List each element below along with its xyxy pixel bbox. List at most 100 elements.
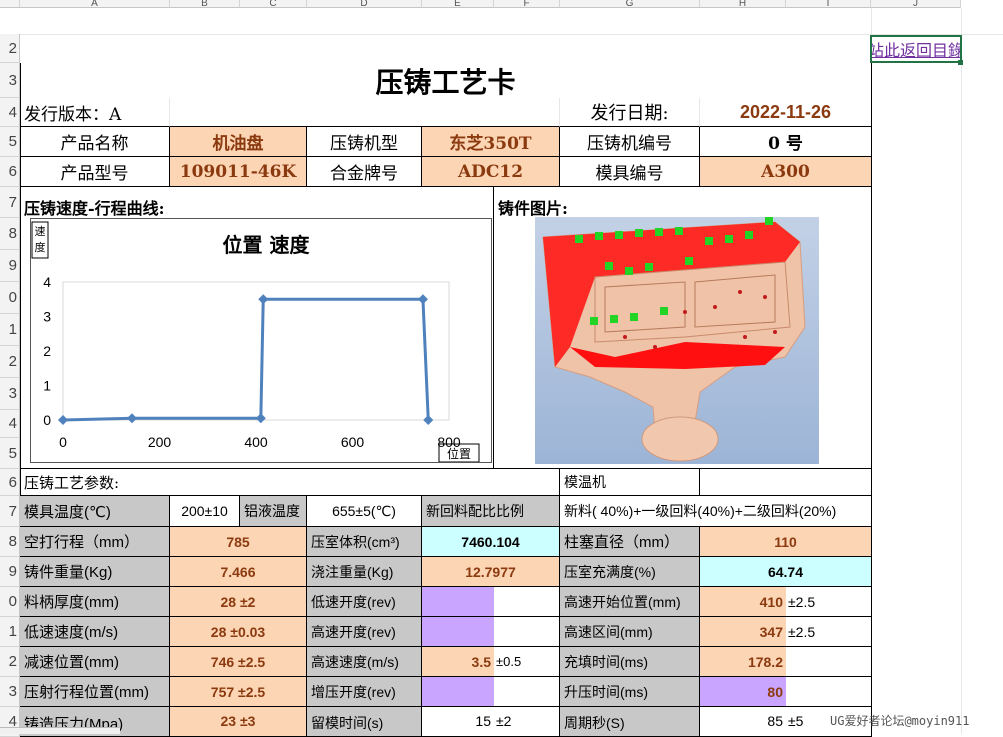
label-cycle-time: 周期秒(S) (560, 707, 700, 737)
sheet-tab-strip[interactable] (0, 727, 120, 734)
row-header[interactable]: 5 (0, 127, 20, 157)
text: 785 (226, 533, 250, 550)
y-tick-label: 1 (43, 378, 51, 394)
text: 东芝350T (449, 134, 532, 154)
label-dwell-time: 留模时间(s) (307, 707, 422, 737)
column-header-I[interactable]: I (786, 0, 871, 8)
x-tick-label: 200 (148, 434, 172, 450)
row-header[interactable]: 1 (0, 314, 20, 346)
label-casting-weight: 铸件重量(Kg) (20, 557, 170, 587)
value-low-speed-opening[interactable] (422, 587, 494, 617)
row-header[interactable]: 2 (0, 647, 20, 677)
label-high-speed: 高速速度(m/s) (307, 647, 422, 677)
column-header-A[interactable]: A (20, 0, 170, 8)
row-header[interactable]: 3 (0, 677, 20, 707)
text: 655±5(℃) (332, 502, 396, 519)
label-dry-stroke: 空打行程（mm） (20, 527, 170, 557)
text: 410 (759, 593, 783, 610)
row-header[interactable]: 7 (0, 496, 20, 527)
label-pour-weight: 浇注重量(Kg) (307, 557, 422, 587)
blank-cell (786, 647, 872, 677)
data-point (58, 415, 68, 425)
value-chamber-volume: 7460.104 (422, 527, 560, 557)
select-all-corner[interactable] (0, 0, 20, 8)
plot-area (62, 281, 450, 421)
row-header[interactable]: 0 (0, 282, 20, 314)
row-header[interactable]: 9 (0, 250, 20, 282)
fill-handle[interactable] (958, 60, 963, 65)
text: 合金牌号 (330, 164, 398, 184)
text: 充填时间(ms) (564, 653, 648, 670)
label-boost-time: 升压时间(ms) (560, 677, 700, 707)
casting-photo (535, 217, 819, 464)
tolerance: ±3 (239, 713, 256, 729)
text: 浇注重量(Kg) (311, 563, 394, 580)
version-label: 发行版本：A (20, 98, 170, 127)
row-header[interactable]: 3 (0, 63, 20, 98)
column-header-G[interactable]: G (560, 0, 700, 8)
row-header[interactable]: 0 (0, 587, 20, 617)
blank-cell (170, 98, 560, 127)
label-product-name: 产品名称 (20, 127, 170, 157)
data-point (423, 415, 434, 425)
title-text: 压铸工艺卡 (375, 65, 516, 99)
text: 高速开始位置(mm) (564, 593, 681, 610)
photo-section-label: 铸件图片: (498, 199, 568, 218)
column-header-C[interactable]: C (240, 0, 307, 8)
text: 3.5 (471, 653, 491, 670)
value-fill-time: 178.2 (700, 647, 786, 677)
label-low-speed-opening: 低速开度(rev) (307, 587, 422, 617)
row-header[interactable]: 9 (0, 557, 20, 587)
column-header-J[interactable]: J (871, 0, 961, 8)
label-product-model: 产品型号 (20, 157, 170, 187)
tol-dwell-time: ±2 (494, 707, 560, 737)
version-text: 发行版本：A (24, 104, 122, 125)
row-header[interactable]: 6 (0, 157, 20, 187)
row-header[interactable]: 1 (0, 617, 20, 647)
tol-high-speed-start: ±2.5 (786, 587, 872, 617)
value-high-speed-opening[interactable] (422, 617, 494, 647)
column-header-H[interactable]: H (700, 0, 786, 8)
link-text[interactable]: 站此返回目錄 (872, 37, 960, 61)
row-header[interactable]: 8 (0, 218, 20, 250)
value-alloy: ADC12 (422, 157, 560, 187)
value-mold-temp: 200±10 (170, 496, 240, 527)
chart-title: 位置 速度 (223, 233, 311, 257)
row-header[interactable]: 4 (0, 98, 20, 127)
column-header-D[interactable]: D (307, 0, 422, 8)
row-header[interactable]: 3 (0, 378, 20, 410)
speed-position-chart[interactable]: 位置 速度速度位置 0 1 2 3 4 0 200 400 600 800 (30, 218, 492, 463)
y-axis-label-2: 度 (35, 240, 46, 254)
row-header[interactable]: 6 (0, 469, 20, 496)
text: ±2 (496, 713, 512, 729)
tolerance: ±2 (239, 593, 256, 610)
value-dwell-time: 15 (422, 707, 494, 737)
text: 压室充满度(%) (564, 563, 656, 580)
text: 铝液温度 (244, 503, 300, 519)
value-boost-opening[interactable] (422, 677, 494, 707)
value-mold-number: A300 (700, 157, 872, 187)
data-point (258, 294, 269, 305)
text: 低速开度(rev) (311, 593, 396, 610)
row-header[interactable]: 2 (0, 34, 20, 63)
row-header[interactable]: 5 (0, 438, 20, 469)
label-alloy: 合金牌号 (307, 157, 422, 187)
value-recycle-ratio: 新料( 40%)+一级回料(40%)+二级回料(20%) (560, 496, 872, 527)
row-header[interactable]: 8 (0, 527, 20, 557)
row-header[interactable]: 7 (0, 187, 20, 218)
column-header-F[interactable]: F (494, 0, 560, 8)
label-shot-stroke: 压射行程位置(mm) (20, 677, 170, 707)
label-high-speed-start: 高速开始位置(mm) (560, 587, 700, 617)
text: 减速位置(mm) (24, 654, 119, 671)
row-header[interactable]: 2 (0, 346, 20, 378)
column-header-E[interactable]: E (422, 0, 494, 8)
label-fill-time: 充填时间(ms) (560, 647, 700, 677)
text: 空打行程（mm） (24, 534, 139, 551)
watermark: UG爱好者论坛@moyin911 (830, 712, 1003, 732)
tolerance: ±2.5 (238, 683, 266, 700)
text: ±2.5 (788, 593, 816, 610)
back-to-index-link[interactable]: 站此返回目錄 (870, 35, 962, 63)
row-header[interactable]: 4 (0, 410, 20, 438)
gridline (20, 34, 1003, 35)
column-header-B[interactable]: B (170, 0, 240, 8)
